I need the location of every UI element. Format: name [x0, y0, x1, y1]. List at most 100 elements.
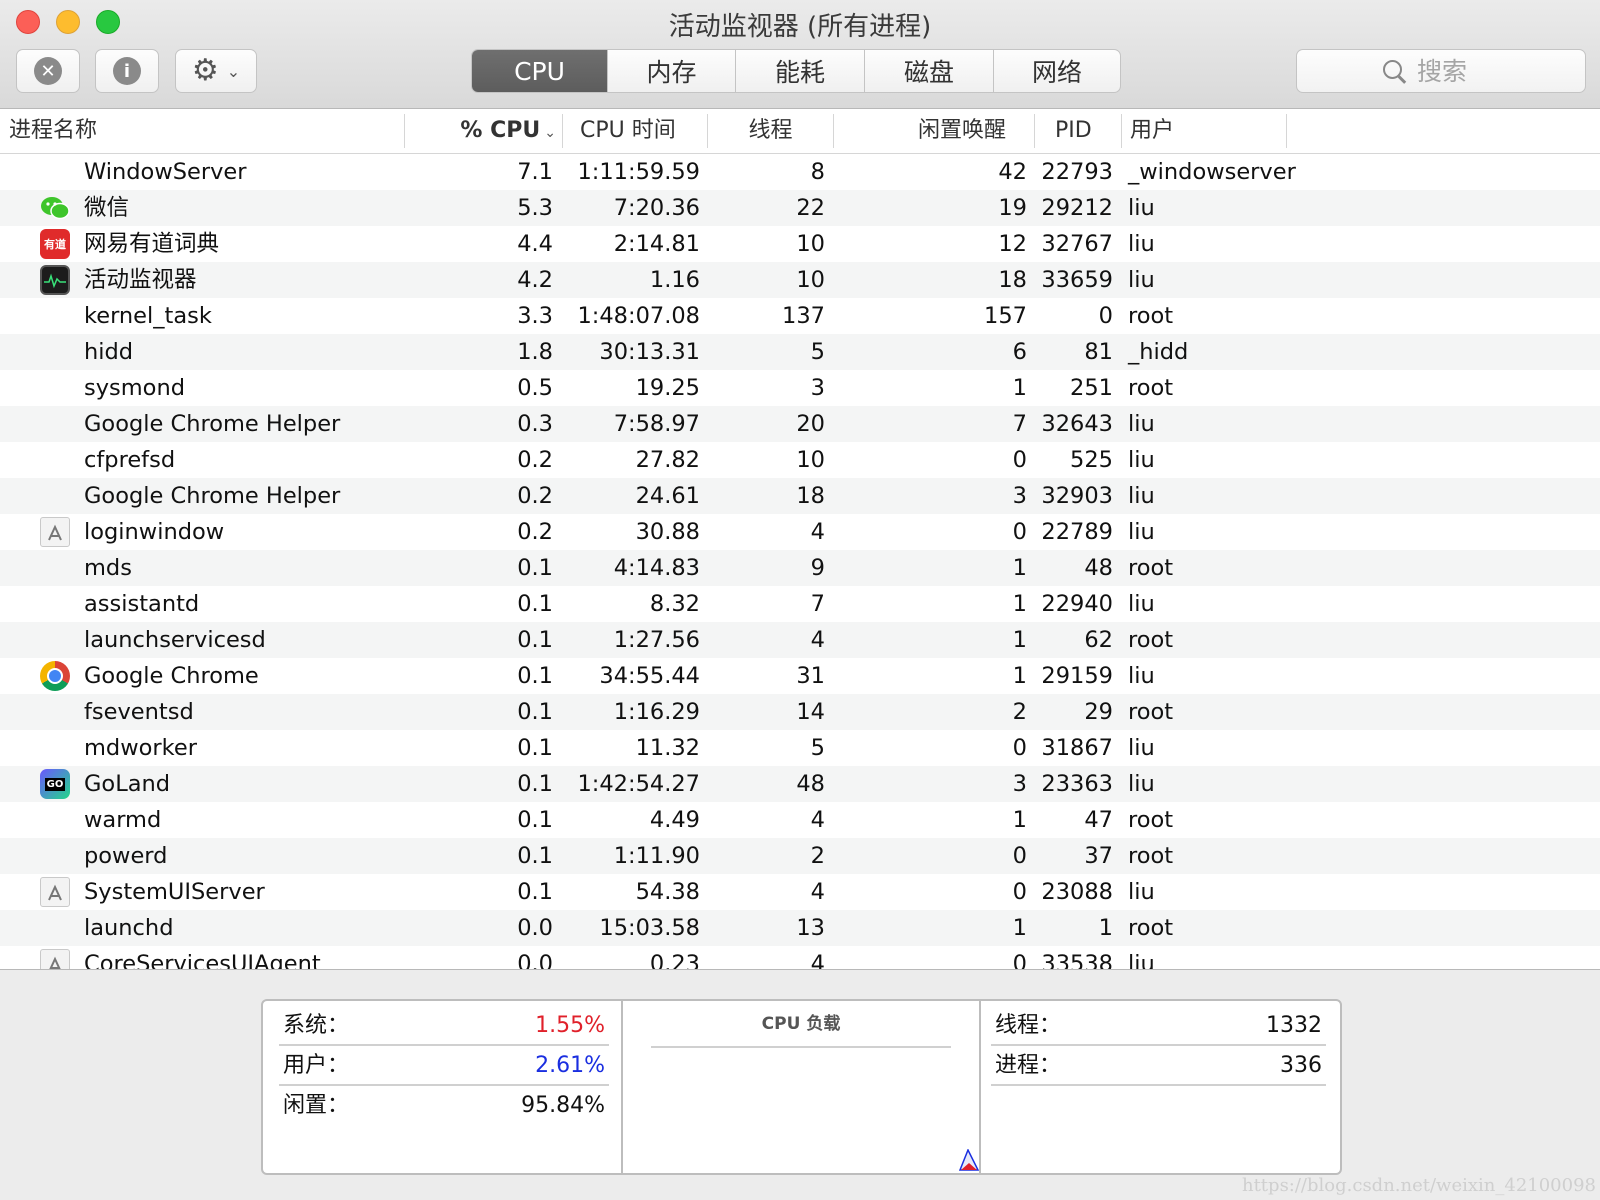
process-table: 进程名称 % CPU ⌄ CPU 时间 线程 闲置唤醒 PID 用户 Window…	[0, 109, 1600, 970]
tab-network[interactable]: 网络	[993, 50, 1120, 92]
threads-cell: 13	[796, 915, 825, 941]
cpu-time-cell: 8.32	[649, 591, 700, 617]
cpu-time-cell: 15:03.58	[599, 915, 700, 941]
table-row[interactable]: Google Chrome Helper 0.3 7:58.97 20 7 32643 li…	[0, 406, 1600, 442]
cpu-time-cell: 1:11.90	[613, 843, 700, 869]
threads-cell: 4	[810, 807, 825, 833]
cpu-percent-cell: 0.3	[517, 411, 553, 437]
column-header-cpu-percent[interactable]: % CPU ⌄	[405, 114, 563, 148]
stop-x-icon: ✕	[34, 57, 62, 85]
processes-label: 进程：	[995, 1053, 1062, 1078]
table-row[interactable]: warmd 0.1 4.49 4 1 47 root	[0, 802, 1600, 838]
user-cell: liu	[1128, 951, 1155, 970]
cpu-time-cell: 30.88	[635, 519, 700, 545]
table-row[interactable]: mds 0.1 4:14.83 9 1 48 root	[0, 550, 1600, 586]
column-header-cpu-time[interactable]: CPU 时间	[563, 114, 708, 148]
table-row[interactable]: Google Chrome Helper 0.2 24.61 18 3 32903 liu	[0, 478, 1600, 514]
idle-wakeups-cell: 2	[1012, 699, 1027, 725]
user-cell: liu	[1128, 411, 1155, 437]
table-row[interactable]: sysmond 0.5 19.25 3 1 251 root	[0, 370, 1600, 406]
table-row[interactable]: GO GoLand 0.1 1:42:54.27 48 3 23363 liu	[0, 766, 1600, 802]
column-header-process-name[interactable]: 进程名称	[0, 114, 405, 148]
column-header-threads[interactable]: 线程	[708, 114, 834, 148]
cpu-summary-panel: 系统： 1.55% 用户： 2.61% 闲置： 95.84% CPU 负载 线程…	[261, 999, 1342, 1175]
idle-wakeups-cell: 6	[1012, 339, 1027, 365]
generic-app-icon	[40, 877, 70, 907]
action-menu-button[interactable]: ⚙ ⌄	[175, 49, 257, 93]
idle-wakeups-cell: 0	[1012, 879, 1027, 905]
table-row[interactable]: 有道 网易有道词典 4.4 2:14.81 10 12 32767 liu	[0, 226, 1600, 262]
table-row[interactable]: assistantd 0.1 8.32 7 1 22940 liu	[0, 586, 1600, 622]
tab-memory[interactable]: 内存	[607, 50, 735, 92]
cpu-percent-cell: 0.1	[517, 807, 553, 833]
search-field[interactable]	[1296, 49, 1586, 93]
goland-icon: GO	[40, 769, 70, 799]
column-header-idle-wakeups[interactable]: 闲置唤醒	[834, 114, 1035, 148]
system-cpu-stat: 系统： 1.55%	[279, 1006, 609, 1046]
process-name-cell: CoreServicesUIAgent	[84, 951, 321, 970]
inspect-process-button[interactable]: i	[95, 49, 159, 93]
table-row[interactable]: launchservicesd 0.1 1:27.56 4 1 62 root	[0, 622, 1600, 658]
user-cell: _windowserver	[1128, 159, 1296, 185]
stop-process-button[interactable]: ✕	[16, 49, 80, 93]
cpu-time-cell: 1:11:59.59	[577, 159, 700, 185]
process-name-cell: 活动监视器	[84, 267, 197, 293]
table-row[interactable]: SystemUIServer 0.1 54.38 4 0 23088 liu	[0, 874, 1600, 910]
threads-cell: 10	[796, 267, 825, 293]
table-row[interactable]: CoreServicesUIAgent 0.0 0.23 4 0 33538 liu	[0, 946, 1600, 970]
idle-cpu-label: 闲置：	[283, 1093, 350, 1118]
cpu-time-cell: 34:55.44	[599, 663, 700, 689]
tab-disk[interactable]: 磁盘	[864, 50, 993, 92]
table-row[interactable]: cfprefsd 0.2 27.82 10 0 525 liu	[0, 442, 1600, 478]
cpu-time-cell: 2:14.81	[613, 231, 700, 257]
column-header-pid[interactable]: PID	[1035, 114, 1122, 148]
threads-cell: 20	[796, 411, 825, 437]
cpu-percent-cell: 0.2	[517, 519, 553, 545]
pid-cell: 23363	[1041, 771, 1113, 797]
process-name-cell: GoLand	[84, 771, 171, 797]
info-icon: i	[113, 57, 141, 85]
table-row[interactable]: 微信 5.3 7:20.36 22 19 29212 liu	[0, 190, 1600, 226]
cpu-time-cell: 7:58.97	[613, 411, 700, 437]
threads-cell: 3	[810, 375, 825, 401]
idle-wakeups-cell: 3	[1012, 483, 1027, 509]
cpu-percent-cell: 0.5	[517, 375, 553, 401]
table-row[interactable]: WindowServer 7.1 1:11:59.59 8 42 22793 _window…	[0, 154, 1600, 190]
pid-cell: 29159	[1041, 663, 1113, 689]
pid-cell: 525	[1070, 447, 1113, 473]
cpu-time-cell: 0.23	[649, 951, 700, 970]
column-header-user[interactable]: 用户	[1122, 114, 1287, 148]
process-name-cell: powerd	[84, 843, 168, 869]
cpu-time-cell: 1:42:54.27	[577, 771, 700, 797]
table-row[interactable]: hidd 1.8 30:13.31 5 6 81 _hidd	[0, 334, 1600, 370]
process-name-cell: loginwindow	[84, 519, 225, 545]
table-row[interactable]: kernel_task 3.3 1:48:07.08 137 157 0 root	[0, 298, 1600, 334]
table-row[interactable]: 活动监视器 4.2 1.16 10 18 33659 liu	[0, 262, 1600, 298]
cpu-time-cell: 1:16.29	[613, 699, 700, 725]
table-body: WindowServer 7.1 1:11:59.59 8 42 22793 _window…	[0, 154, 1600, 970]
user-cell: root	[1128, 555, 1174, 581]
youdao-dict-icon: 有道	[40, 229, 70, 259]
table-row[interactable]: launchd 0.0 15:03.58 13 1 1 root	[0, 910, 1600, 946]
table-row[interactable]: loginwindow 0.2 30.88 4 0 22789 liu	[0, 514, 1600, 550]
cpu-time-cell: 4:14.83	[613, 555, 700, 581]
table-row[interactable]: fseventsd 0.1 1:16.29 14 2 29 root	[0, 694, 1600, 730]
search-input[interactable]	[1415, 55, 1499, 87]
table-row[interactable]: mdworker 0.1 11.32 5 0 31867 liu	[0, 730, 1600, 766]
idle-wakeups-cell: 0	[1012, 735, 1027, 761]
processes-stat: 进程： 336	[991, 1046, 1326, 1086]
window-toolbar: 活动监视器 (所有进程) ✕ i ⚙ ⌄ CPU 内存 能耗 磁盘 网络	[0, 0, 1600, 109]
table-row[interactable]: powerd 0.1 1:11.90 2 0 37 root	[0, 838, 1600, 874]
process-name-cell: 微信	[84, 195, 130, 221]
wechat-icon	[40, 193, 70, 223]
pid-cell: 29212	[1041, 195, 1113, 221]
tab-cpu[interactable]: CPU	[472, 50, 607, 92]
idle-wakeups-cell: 0	[1012, 447, 1027, 473]
tab-energy[interactable]: 能耗	[735, 50, 864, 92]
idle-cpu-value: 95.84%	[521, 1093, 605, 1118]
table-row[interactable]: Google Chrome 0.1 34:55.44 31 1 29159 liu	[0, 658, 1600, 694]
summary-area: 系统： 1.55% 用户： 2.61% 闲置： 95.84% CPU 负载 线程…	[0, 970, 1600, 1200]
pid-cell: 22789	[1041, 519, 1113, 545]
pid-cell: 29	[1084, 699, 1113, 725]
watermark: https://blog.csdn.net/weixin_42100098	[1241, 1175, 1596, 1196]
